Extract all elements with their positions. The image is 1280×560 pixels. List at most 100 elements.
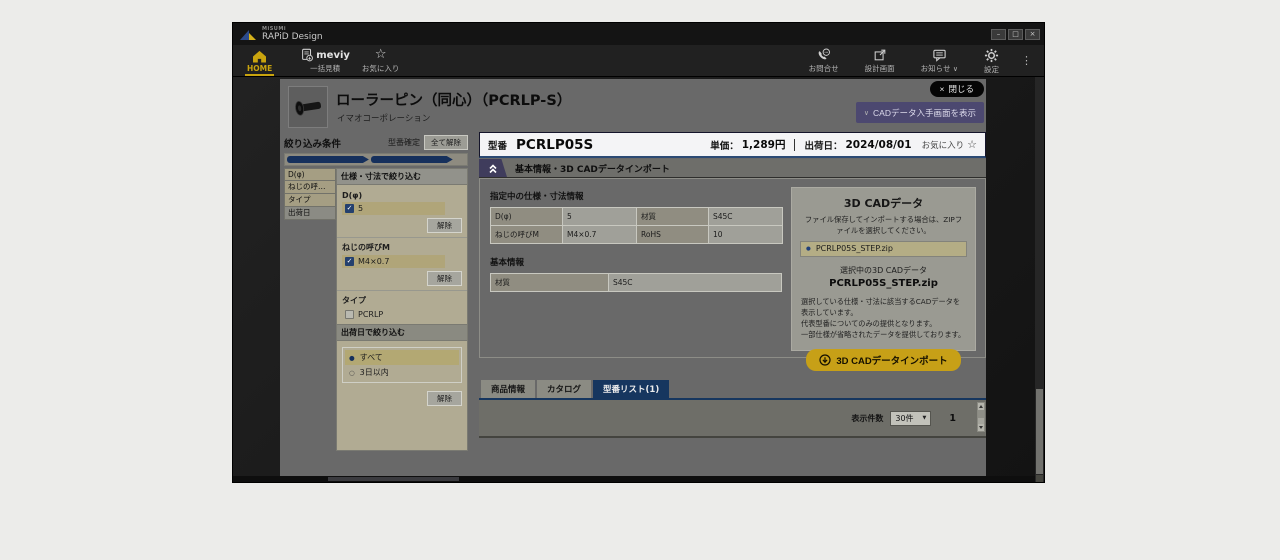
- nav-meviy[interactable]: meviy 一括見積: [294, 45, 356, 76]
- category-ship-date[interactable]: 出荷日: [284, 207, 336, 220]
- model-number-bar: 型番 PCRLP05S 単価： 1,289円 出荷日： 2024/08/01 お…: [479, 132, 986, 158]
- filter-option-m4[interactable]: ✓ M4×0.7: [342, 255, 445, 268]
- cad-file-item[interactable]: ● PCRLP05S_STEP.zip: [801, 242, 966, 256]
- category-thread[interactable]: ねじの呼…: [284, 181, 336, 194]
- desktop: MiSUMi RAPiD Design – □ × HOME: [0, 0, 1280, 560]
- scrollbar-thumb[interactable]: [328, 477, 459, 481]
- model-number-label: 型番: [488, 138, 507, 152]
- download-icon: [819, 354, 831, 366]
- clear-ship-date-button[interactable]: 解除: [427, 391, 462, 406]
- progress-segment: [371, 156, 453, 163]
- radio-label: 3日以内: [360, 367, 389, 378]
- filter-option-label: 5: [358, 204, 363, 213]
- checkbox-checked-icon[interactable]: ✓: [345, 257, 354, 266]
- radio-off-icon[interactable]: ○: [349, 369, 355, 377]
- spec-info-title: 指定中の仕様・寸法情報: [490, 190, 782, 202]
- cad-screen-toggle-button[interactable]: ∨ CADデータ入手画面を表示: [856, 102, 984, 123]
- table-row: D(φ) 5 材質 S45C: [491, 208, 783, 226]
- clear-thread-button[interactable]: 解除: [427, 271, 462, 286]
- spec-label: RoHS: [637, 226, 709, 244]
- model-number-value: PCRLP05S: [516, 137, 593, 153]
- spec-value: S45C: [709, 208, 783, 226]
- favorite-label[interactable]: お気に入り: [922, 139, 965, 151]
- cad-import-label: 3D CADデータインポート: [836, 353, 947, 367]
- radio-all[interactable]: ● すべて: [345, 350, 459, 365]
- unit-price-value: 1,289円: [742, 137, 786, 152]
- radio-on-icon[interactable]: ●: [349, 354, 355, 362]
- scroll-down-icon[interactable]: [978, 424, 984, 431]
- page-number: 1: [949, 413, 956, 424]
- scroll-up-icon[interactable]: [978, 403, 984, 410]
- cad-import-button[interactable]: 3D CADデータインポート: [806, 349, 960, 371]
- cad-note: 選択している仕様・寸法に該当するCADデータを表示しています。: [801, 296, 966, 318]
- model-confirm-label: 型番確定: [388, 137, 420, 148]
- section-title: 基本情報・3D CADデータインポート: [515, 162, 670, 175]
- category-d-phi[interactable]: D(φ): [284, 168, 336, 181]
- tab-model-list[interactable]: 型番リスト(1): [593, 380, 669, 398]
- filter-spec-panel: 仕様・寸法で絞り込む D(φ) ✓ 5 解除 ねじの呼びM: [336, 168, 468, 451]
- basic-info-box: 指定中の仕様・寸法情報 D(φ) 5 材質 S45C ねじの呼びM: [479, 178, 986, 358]
- category-type[interactable]: タイプ: [284, 194, 336, 207]
- nav-right-group: お問合せ 設計画面 お知らせ ∨: [803, 45, 1034, 76]
- radio-3days[interactable]: ○ 3日以内: [345, 365, 459, 380]
- group-label: D(φ): [342, 191, 462, 200]
- clear-d-phi-button[interactable]: 解除: [427, 218, 462, 233]
- content-area: ローラーピン（同心）（PCRLP-S） イマオコーポレーション × 閉じる ∨ …: [233, 77, 1035, 476]
- nav-contact-label: お問合せ: [809, 63, 839, 74]
- spec-column: 指定中の仕様・寸法情報 D(φ) 5 材質 S45C ねじの呼びM: [490, 187, 782, 292]
- nav-design-screen[interactable]: 設計画面: [859, 45, 901, 76]
- cad-data-panel: 3D CADデータ ファイル保存してインポートする場合は、ZIPファイルを選択し…: [791, 187, 976, 351]
- minimize-button[interactable]: –: [991, 29, 1006, 40]
- close-window-button[interactable]: ×: [1025, 29, 1040, 40]
- checkbox-checked-icon[interactable]: ✓: [345, 204, 354, 213]
- spec-label: ねじの呼びM: [491, 226, 563, 244]
- spec-filter-body: D(φ) ✓ 5 解除 ねじの呼びM ✓ M4×0.7: [337, 185, 467, 324]
- clear-all-button[interactable]: 全て解除: [424, 135, 468, 150]
- cad-notes: 選択している仕様・寸法に該当するCADデータを表示しています。 代表型番について…: [801, 296, 966, 341]
- display-count-select[interactable]: 30件 ▼: [890, 411, 931, 426]
- selected-cad-label: 選択中の3D CADデータ: [792, 265, 975, 276]
- tab-catalog[interactable]: カタログ: [537, 380, 591, 398]
- basic-label: 材質: [491, 274, 609, 292]
- filter-option-pcrlp[interactable]: PCRLP: [342, 308, 445, 321]
- window-horizontal-scrollbar[interactable]: [233, 476, 1035, 482]
- radio-label: すべて: [360, 352, 383, 363]
- cad-note: 代表型番についてのみの提供となります。: [801, 318, 966, 329]
- list-scrollbar[interactable]: [977, 402, 985, 432]
- model-list-area: 表示件数 30件 ▼ 1: [479, 400, 986, 438]
- star-icon: ☆: [375, 48, 387, 62]
- brand-small: MiSUMi: [262, 27, 323, 32]
- home-icon: [252, 50, 267, 63]
- nav-bar: HOME meviy 一括見積 ☆ お気に入り: [233, 45, 1044, 77]
- nav-notice-label: お知らせ: [921, 64, 951, 73]
- misumi-logo-icon: [239, 28, 257, 41]
- window-vertical-scrollbar[interactable]: [1035, 77, 1044, 482]
- favorite-star-icon[interactable]: ☆: [967, 138, 977, 151]
- maximize-button[interactable]: □: [1008, 29, 1023, 40]
- cad-note: 一部仕様が省略されたデータを提供しております。: [801, 329, 966, 340]
- group-label: タイプ: [342, 295, 462, 306]
- nav-notice[interactable]: お知らせ ∨: [915, 45, 964, 76]
- basic-info-table: 材質 S45C: [490, 273, 782, 292]
- select-arrow-icon: ▼: [923, 415, 927, 421]
- meviy-wordmark: meviy: [316, 50, 350, 61]
- collapse-badge[interactable]: [479, 159, 507, 177]
- filter-option-label: PCRLP: [358, 310, 383, 319]
- cad-panel-title: 3D CADデータ: [792, 195, 975, 211]
- ship-date-options: ● すべて ○ 3日以内: [342, 347, 462, 383]
- nav-favorites[interactable]: ☆ お気に入り: [356, 45, 406, 76]
- table-row: 材質 S45C: [491, 274, 782, 292]
- more-menu-icon[interactable]: ⋮: [1019, 45, 1034, 76]
- scrollbar-corner: [1036, 475, 1043, 482]
- scrollbar-thumb[interactable]: [978, 410, 984, 418]
- filter-option-5[interactable]: ✓ 5: [342, 202, 445, 215]
- ship-date-filter-header: 出荷日で絞り込む: [337, 324, 467, 341]
- nav-settings[interactable]: 設定: [978, 45, 1005, 76]
- tab-product-info[interactable]: 商品情報: [481, 380, 535, 398]
- bullet-icon: ●: [806, 245, 811, 253]
- nav-contact[interactable]: お問合せ: [803, 45, 845, 76]
- nav-home[interactable]: HOME: [241, 45, 278, 76]
- close-panel-button[interactable]: × 閉じる: [930, 81, 984, 97]
- checkbox-unchecked-icon[interactable]: [345, 310, 354, 319]
- scrollbar-thumb[interactable]: [1036, 389, 1043, 474]
